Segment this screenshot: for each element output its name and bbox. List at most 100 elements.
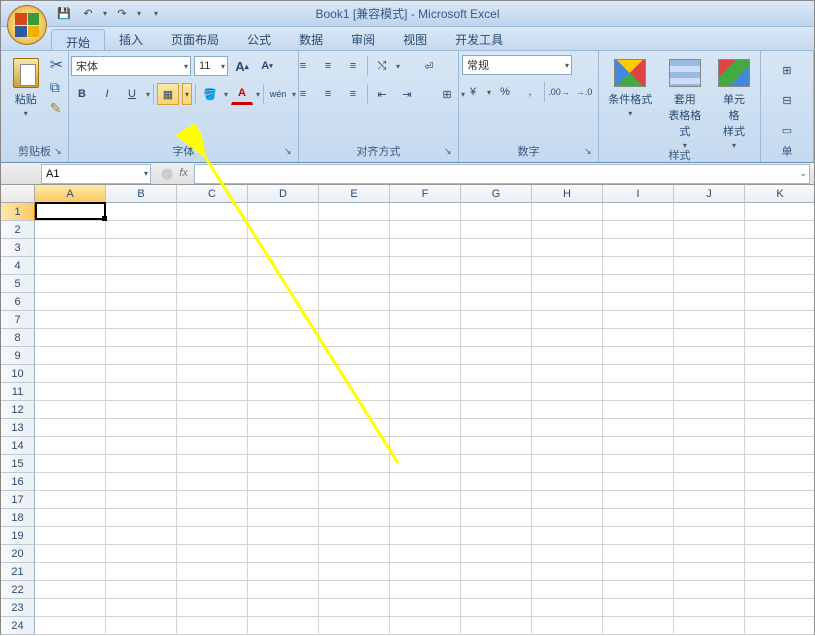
cell[interactable] (532, 599, 603, 617)
cell[interactable] (390, 563, 461, 581)
cell[interactable] (745, 275, 814, 293)
cell[interactable] (532, 311, 603, 329)
cell[interactable] (319, 563, 390, 581)
office-button[interactable] (7, 5, 47, 45)
col-header-A[interactable]: A (35, 185, 106, 203)
cell[interactable] (461, 401, 532, 419)
cell[interactable] (106, 455, 177, 473)
cell[interactable] (177, 293, 248, 311)
cell[interactable] (248, 509, 319, 527)
col-header-D[interactable]: D (248, 185, 319, 203)
cell[interactable] (106, 509, 177, 527)
cell[interactable] (390, 383, 461, 401)
name-box[interactable]: A1▾ (41, 164, 151, 184)
increase-decimal-icon[interactable]: .00→ (548, 81, 570, 103)
cell[interactable] (603, 239, 674, 257)
cell[interactable] (35, 329, 106, 347)
cell[interactable] (390, 221, 461, 239)
cell[interactable] (177, 455, 248, 473)
cell[interactable] (319, 311, 390, 329)
row-header-10[interactable]: 10 (1, 365, 35, 383)
col-header-F[interactable]: F (390, 185, 461, 203)
cell[interactable] (674, 581, 745, 599)
col-header-K[interactable]: K (745, 185, 814, 203)
cell[interactable] (745, 527, 814, 545)
cell[interactable] (177, 257, 248, 275)
cell[interactable] (461, 581, 532, 599)
cell[interactable] (674, 311, 745, 329)
row-header-19[interactable]: 19 (1, 527, 35, 545)
underline-button[interactable]: U (121, 83, 143, 105)
cell[interactable] (603, 221, 674, 239)
cell[interactable] (319, 473, 390, 491)
cell[interactable] (390, 311, 461, 329)
comma-format-icon[interactable]: , (519, 81, 541, 103)
cell[interactable] (248, 221, 319, 239)
cell[interactable] (603, 365, 674, 383)
cell[interactable] (248, 203, 319, 221)
bold-button[interactable]: B (71, 83, 93, 105)
cell[interactable] (319, 599, 390, 617)
cell[interactable] (603, 473, 674, 491)
cell[interactable] (461, 563, 532, 581)
cell[interactable] (532, 329, 603, 347)
cell[interactable] (390, 275, 461, 293)
cell[interactable] (106, 437, 177, 455)
cell[interactable] (390, 329, 461, 347)
align-middle-icon[interactable]: ≡ (317, 55, 339, 77)
cell[interactable] (745, 563, 814, 581)
cell[interactable] (106, 617, 177, 635)
col-header-B[interactable]: B (106, 185, 177, 203)
col-header-E[interactable]: E (319, 185, 390, 203)
cell[interactable] (674, 437, 745, 455)
alignment-dialog-launcher[interactable]: ↘ (444, 146, 456, 158)
cell[interactable] (461, 311, 532, 329)
cell[interactable] (603, 581, 674, 599)
wrap-text-icon[interactable]: ⏎ (418, 55, 440, 77)
cell[interactable] (603, 383, 674, 401)
merge-center-icon[interactable]: ⊞ (436, 83, 458, 105)
cell[interactable] (177, 383, 248, 401)
cell[interactable] (390, 293, 461, 311)
cell[interactable] (248, 293, 319, 311)
cell[interactable] (248, 257, 319, 275)
cell[interactable] (35, 257, 106, 275)
cell[interactable] (532, 239, 603, 257)
cancel-formula-icon[interactable]: ⬤ (161, 167, 173, 180)
cell[interactable] (35, 617, 106, 635)
format-cells-icon[interactable]: ▭ (776, 119, 798, 141)
cell[interactable] (177, 581, 248, 599)
tab-插入[interactable]: 插入 (105, 27, 157, 50)
cell[interactable] (177, 401, 248, 419)
cell[interactable] (319, 239, 390, 257)
col-header-J[interactable]: J (674, 185, 745, 203)
cell[interactable] (390, 473, 461, 491)
cell[interactable] (390, 257, 461, 275)
cell[interactable] (248, 527, 319, 545)
cell[interactable] (603, 527, 674, 545)
cell[interactable] (745, 509, 814, 527)
cell[interactable] (35, 545, 106, 563)
cell[interactable] (532, 257, 603, 275)
cell[interactable] (745, 419, 814, 437)
cell[interactable] (461, 203, 532, 221)
cell[interactable] (532, 275, 603, 293)
row-header-6[interactable]: 6 (1, 293, 35, 311)
cell[interactable] (319, 203, 390, 221)
cell[interactable] (674, 275, 745, 293)
cell[interactable] (35, 437, 106, 455)
cell[interactable] (248, 365, 319, 383)
cell[interactable] (319, 293, 390, 311)
cell[interactable] (319, 491, 390, 509)
cell[interactable] (390, 617, 461, 635)
font-size-combo[interactable]: 11▾ (194, 56, 228, 76)
cell[interactable] (106, 527, 177, 545)
cell[interactable] (35, 419, 106, 437)
cell[interactable] (106, 221, 177, 239)
cell[interactable] (248, 311, 319, 329)
cell[interactable] (177, 491, 248, 509)
cell[interactable] (390, 599, 461, 617)
cell[interactable] (461, 275, 532, 293)
cell[interactable] (745, 545, 814, 563)
cell[interactable] (532, 617, 603, 635)
